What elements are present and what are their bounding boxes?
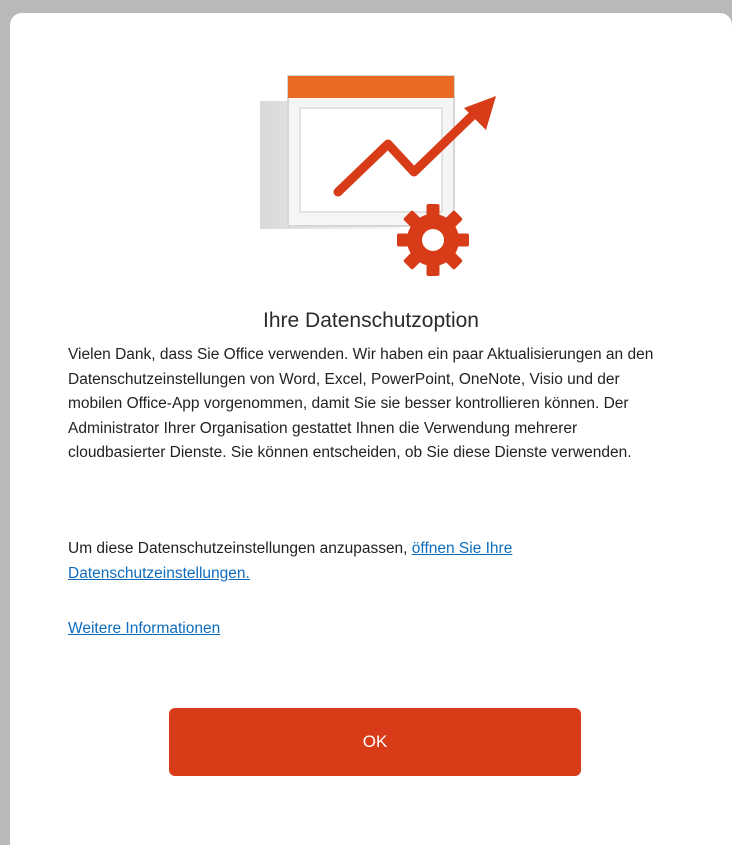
- dialog-description: Vielen Dank, dass Sie Office verwenden. …: [68, 346, 654, 461]
- privacy-settings-line: Um diese Datenschutzeinstellungen anzupa…: [68, 537, 676, 586]
- window-icon: [260, 75, 455, 229]
- gear-icon: [397, 204, 469, 276]
- privacy-settings-prefix: Um diese Datenschutzeinstellungen anzupa…: [68, 540, 412, 557]
- privacy-dialog: Ihre Datenschutzoption Vielen Dank, dass…: [10, 13, 732, 845]
- dialog-title: Ihre Datenschutzoption: [263, 309, 479, 332]
- privacy-illustration: [260, 75, 496, 276]
- ok-button[interactable]: OK: [169, 708, 581, 776]
- more-info-link[interactable]: Weitere Informationen: [68, 617, 220, 641]
